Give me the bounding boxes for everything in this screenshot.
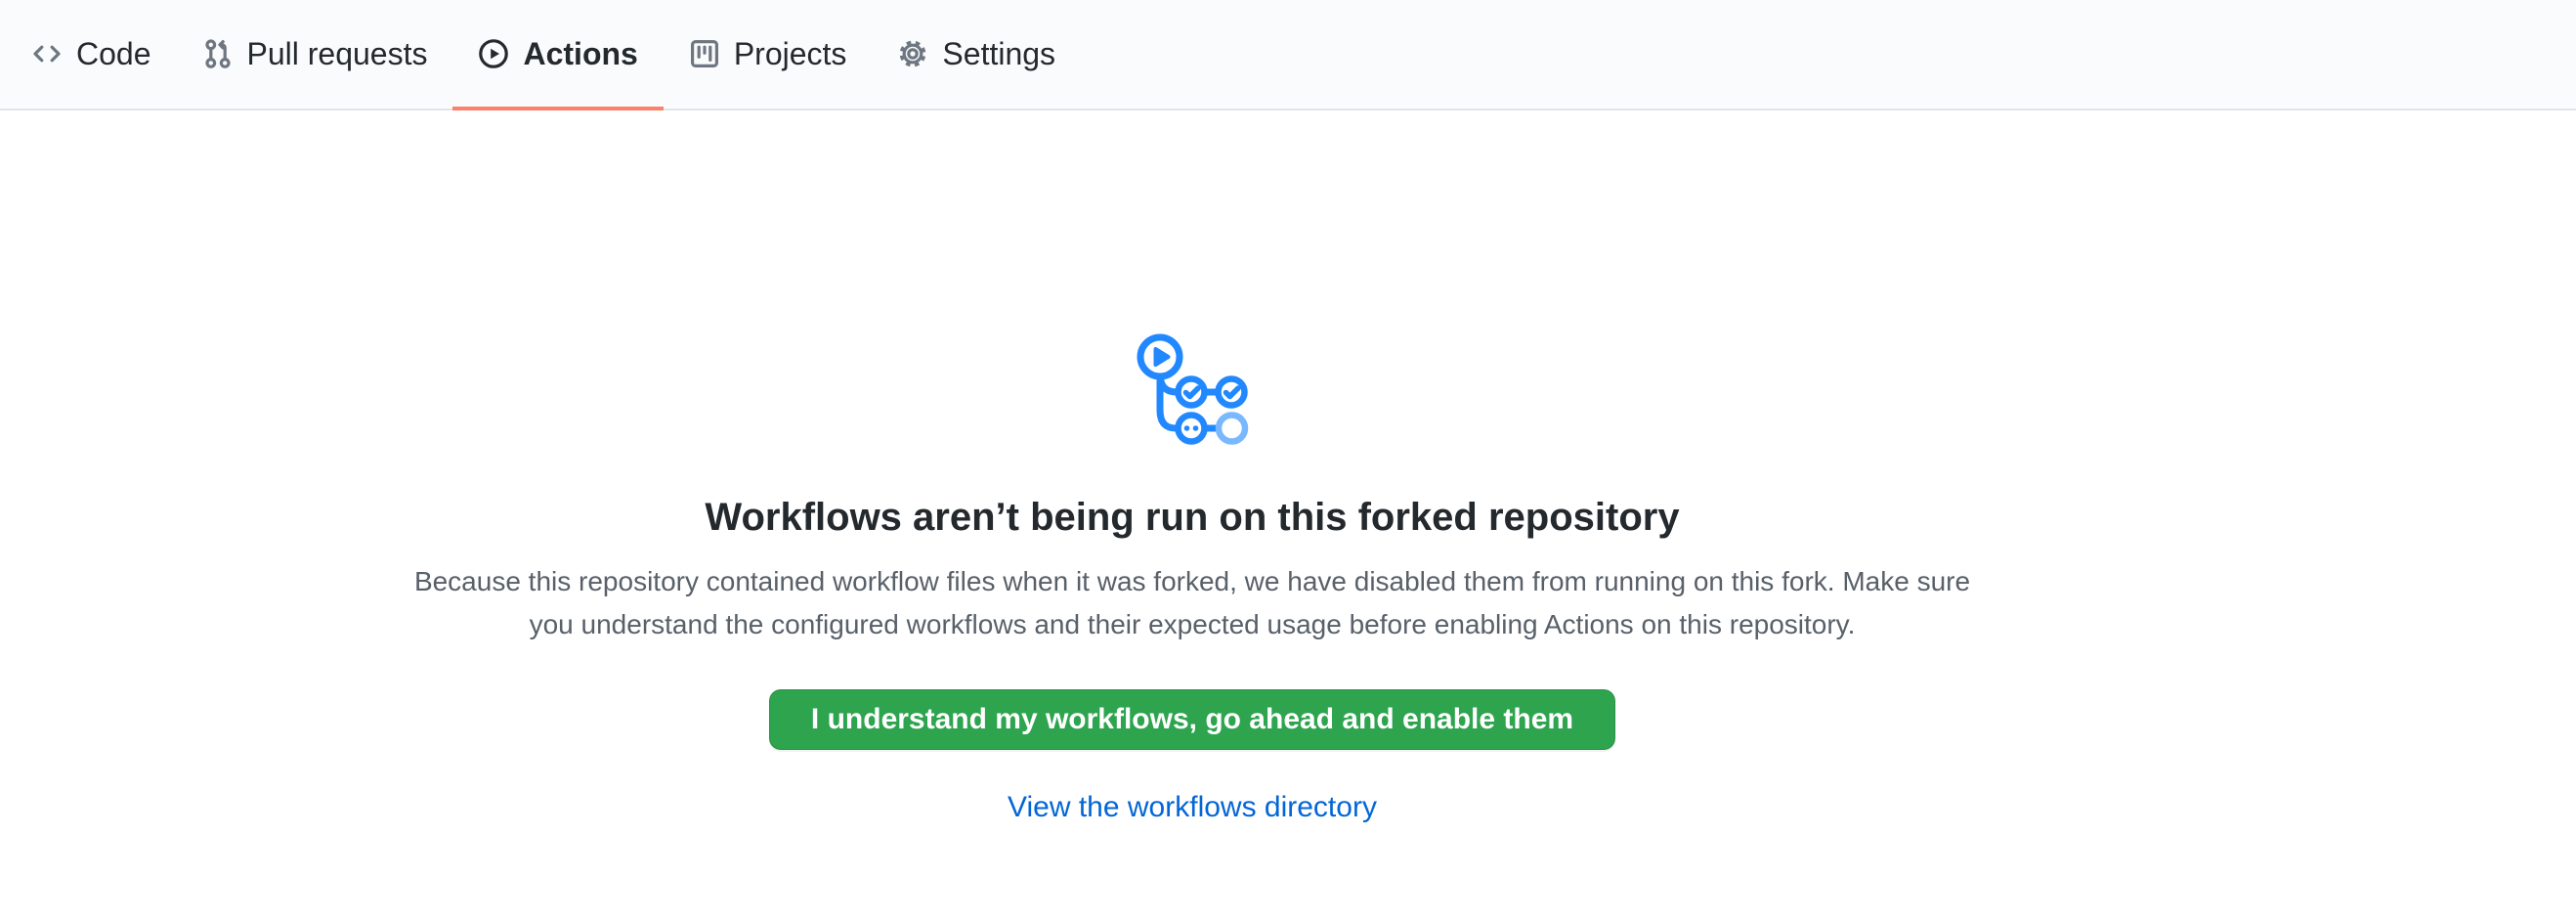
project-board-icon <box>689 38 720 69</box>
repo-tab-bar: Code Pull requests Actions Projects <box>0 0 2576 110</box>
blankslate-title: Workflows aren’t being run on this forke… <box>705 494 1679 541</box>
tab-label: Pull requests <box>247 38 428 69</box>
blankslate-description: Because this repository contained workfl… <box>391 560 1994 646</box>
tab-label: Actions <box>523 38 637 69</box>
tab-pull-requests[interactable]: Pull requests <box>177 0 453 110</box>
tab-label: Code <box>76 38 151 69</box>
view-workflows-directory-link[interactable]: View the workflows directory <box>1008 791 1377 824</box>
tab-label: Projects <box>734 38 847 69</box>
tab-settings[interactable]: Settings <box>872 0 1081 110</box>
tab-label: Settings <box>942 38 1055 69</box>
tab-projects[interactable]: Projects <box>664 0 873 110</box>
code-icon <box>31 38 63 69</box>
tab-code[interactable]: Code <box>6 0 177 110</box>
play-circle-icon <box>478 38 509 69</box>
tab-actions[interactable]: Actions <box>452 0 663 110</box>
actions-blankslate: Workflows aren’t being run on this forke… <box>0 110 2384 824</box>
pull-request-icon <box>202 38 234 69</box>
actions-workflow-graph-icon <box>1135 330 1250 445</box>
enable-workflows-button[interactable]: I understand my workflows, go ahead and … <box>769 689 1615 750</box>
gear-icon <box>897 38 928 69</box>
